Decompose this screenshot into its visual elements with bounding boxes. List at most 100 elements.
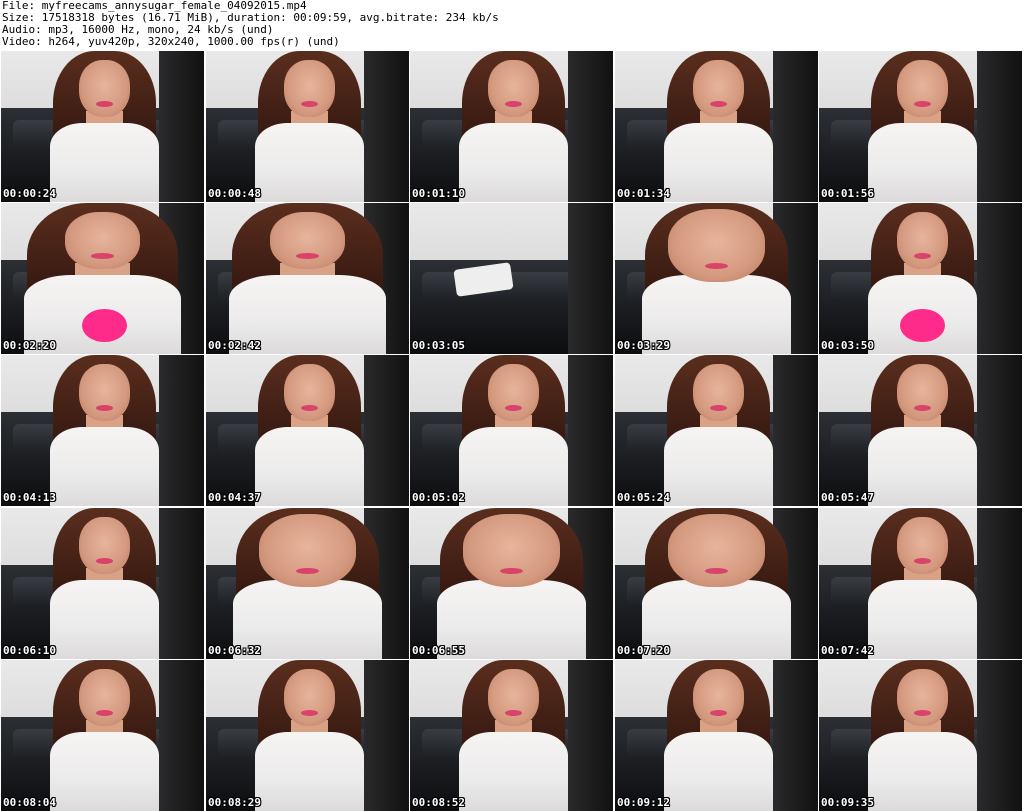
- person-body: [868, 123, 977, 202]
- frame-person: [660, 660, 778, 811]
- video-frame-thumbnail: 00:04:37: [206, 355, 409, 506]
- frame-timestamp: 00:02:20: [3, 339, 56, 352]
- person-face: [487, 364, 540, 422]
- frame-dark-panel: [977, 51, 1022, 202]
- frame-dark-panel: [159, 355, 204, 506]
- frame-pink-object: [82, 308, 127, 342]
- person-body: [868, 427, 977, 506]
- frame-timestamp: 00:00:24: [3, 187, 56, 200]
- frame-person: [864, 508, 982, 659]
- person-body: [255, 732, 364, 811]
- frame-timestamp: 00:08:29: [208, 796, 261, 809]
- person-face: [258, 514, 357, 587]
- frame-timestamp: 00:05:24: [617, 491, 670, 504]
- frame-person: [864, 355, 982, 506]
- frame-person: [660, 355, 778, 506]
- frame-timestamp: 00:07:20: [617, 644, 670, 657]
- person-lips: [914, 100, 931, 107]
- frame-person: [46, 660, 164, 811]
- frame-timestamp: 00:06:55: [412, 644, 465, 657]
- frame-person: [46, 51, 164, 202]
- frame-person: [864, 660, 982, 811]
- frame-person: [455, 660, 573, 811]
- person-face: [78, 60, 131, 118]
- video-frame-thumbnail: 00:07:20: [615, 508, 818, 659]
- video-frame-thumbnail: 00:04:13: [1, 355, 204, 506]
- frame-dark-panel: [159, 660, 204, 811]
- person-face: [896, 364, 949, 422]
- person-face: [667, 514, 766, 587]
- frame-dark-panel: [568, 355, 613, 506]
- person-lips: [914, 709, 931, 716]
- person-body: [459, 123, 568, 202]
- person-lips: [710, 404, 727, 411]
- file-info-header: File: myfreecams_annysugar_female_040920…: [2, 0, 1020, 50]
- frame-person: [635, 203, 797, 354]
- video-frame-thumbnail: 00:06:55: [410, 508, 613, 659]
- person-body: [664, 427, 773, 506]
- frame-timestamp: 00:03:29: [617, 339, 670, 352]
- person-lips: [710, 709, 727, 716]
- person-face: [487, 669, 540, 727]
- frame-person: [455, 51, 573, 202]
- video-frame-thumbnail: 00:08:29: [206, 660, 409, 811]
- frame-timestamp: 00:00:48: [208, 187, 261, 200]
- person-lips: [505, 709, 522, 716]
- person-face: [78, 669, 131, 727]
- frame-dark-panel: [364, 355, 409, 506]
- file-size-line: Size: 17518318 bytes (16.71 MiB), durati…: [2, 12, 499, 24]
- person-face: [896, 517, 949, 575]
- frame-timestamp: 00:06:32: [208, 644, 261, 657]
- person-face: [692, 669, 745, 727]
- person-body: [868, 580, 977, 659]
- person-lips: [301, 404, 318, 411]
- person-face: [283, 669, 336, 727]
- person-lips: [301, 709, 318, 716]
- video-frame-thumbnail: 00:02:42: [206, 203, 409, 354]
- frame-timestamp: 00:03:50: [821, 339, 874, 352]
- frame-person: [222, 203, 393, 354]
- person-face: [283, 364, 336, 422]
- person-face: [64, 212, 141, 270]
- frame-person: [251, 355, 369, 506]
- person-body: [50, 732, 159, 811]
- frame-timestamp: 00:04:37: [208, 491, 261, 504]
- frame-timestamp: 00:02:42: [208, 339, 261, 352]
- person-lips: [96, 557, 113, 564]
- frame-timestamp: 00:01:34: [617, 187, 670, 200]
- person-body: [50, 580, 159, 659]
- thumbnail-grid: 00:00:24 00:00:48 00:01:10 00:01:34 00:01:56…: [1, 51, 1023, 811]
- person-face: [896, 60, 949, 118]
- frame-dark-panel: [977, 203, 1022, 354]
- video-frame-thumbnail: 00:07:42: [819, 508, 1022, 659]
- person-body: [50, 427, 159, 506]
- frame-dark-panel: [773, 355, 818, 506]
- person-lips: [90, 252, 115, 259]
- person-lips: [710, 100, 727, 107]
- person-lips: [914, 252, 931, 259]
- frame-timestamp: 00:01:56: [821, 187, 874, 200]
- person-face: [692, 364, 745, 422]
- person-body: [664, 123, 773, 202]
- frame-dark-panel: [568, 203, 613, 354]
- person-lips: [301, 100, 318, 107]
- person-body: [459, 427, 568, 506]
- person-lips: [914, 404, 931, 411]
- video-frame-thumbnail: 00:08:04: [1, 660, 204, 811]
- audio-info-line: Audio: mp3, 16000 Hz, mono, 24 kb/s (und…: [2, 24, 274, 36]
- frame-dark-panel: [568, 51, 613, 202]
- video-frame-thumbnail: 00:03:05: [410, 203, 613, 354]
- video-info-line: Video: h264, yuv420p, 320x240, 1000.00 f…: [2, 36, 340, 48]
- video-frame-thumbnail: 00:06:10: [1, 508, 204, 659]
- frame-person: [660, 51, 778, 202]
- person-lips: [295, 252, 320, 259]
- frame-timestamp: 00:09:12: [617, 796, 670, 809]
- video-frame-thumbnail: 00:09:35: [819, 660, 1022, 811]
- frame-dark-panel: [159, 51, 204, 202]
- frame-timestamp: 00:08:52: [412, 796, 465, 809]
- person-face: [78, 517, 131, 575]
- frame-person: [46, 508, 164, 659]
- person-body: [255, 123, 364, 202]
- person-body: [255, 427, 364, 506]
- frame-timestamp: 00:04:13: [3, 491, 56, 504]
